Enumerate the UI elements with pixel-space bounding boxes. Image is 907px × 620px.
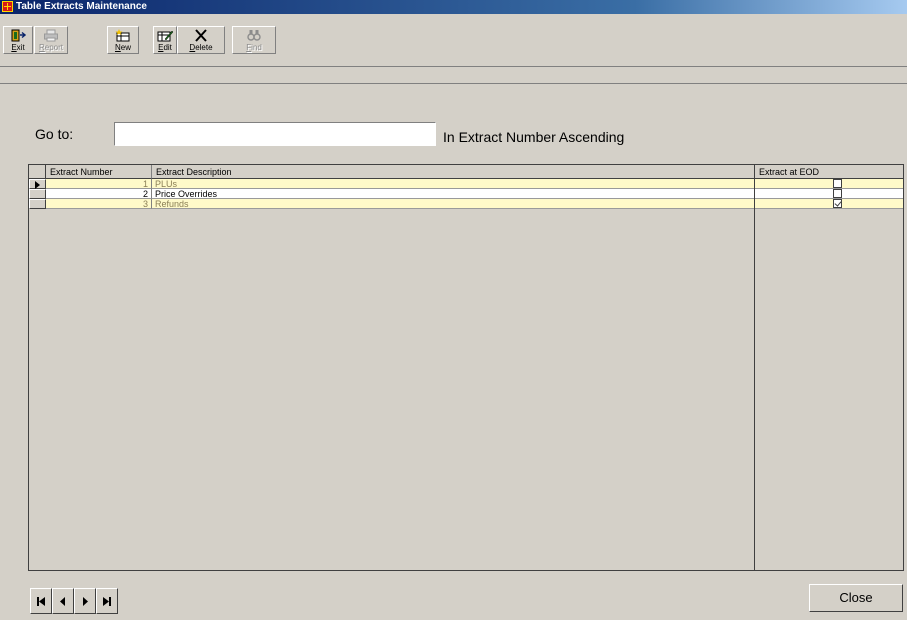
extract-description-cell[interactable]: Price Overrides — [152, 189, 754, 199]
edit-record-icon — [157, 30, 173, 42]
extract-description-cell[interactable]: PLUs — [152, 179, 754, 189]
new-record-icon — [115, 29, 130, 42]
binoculars-icon — [247, 30, 261, 41]
printer-icon — [44, 29, 58, 42]
previous-record-icon — [60, 597, 65, 606]
report-button[interactable]: Report — [34, 26, 68, 54]
toolbar-separator-strip — [0, 67, 907, 84]
first-record-button[interactable] — [30, 588, 52, 614]
extract-at-eod-cell — [755, 189, 903, 199]
table-row[interactable]: 3 Refunds — [29, 199, 903, 209]
close-button[interactable]: Close — [809, 584, 903, 612]
extract-at-eod-cell — [755, 179, 903, 189]
row-indicator[interactable] — [29, 189, 46, 199]
eod-column-divider — [754, 179, 755, 570]
row-indicator[interactable] — [29, 179, 46, 189]
extract-at-eod-checkbox[interactable] — [833, 179, 842, 188]
goto-input[interactable] — [114, 122, 436, 146]
window-title-bar[interactable]: Table Extracts Maintenance — [0, 0, 907, 14]
edit-button[interactable]: Edit — [153, 26, 177, 54]
column-header-extract-number[interactable]: Extract Number — [46, 165, 152, 179]
window-title: Table Extracts Maintenance — [16, 1, 147, 12]
delete-x-icon — [195, 29, 207, 42]
next-record-icon — [83, 597, 88, 606]
current-row-pointer-icon — [35, 181, 40, 189]
extract-description-cell[interactable]: Refunds — [152, 199, 754, 209]
table-row[interactable]: 2 Price Overrides — [29, 189, 903, 199]
extract-at-eod-checkbox[interactable] — [833, 189, 842, 198]
extract-number-cell[interactable]: 3 — [46, 199, 152, 209]
last-record-button[interactable] — [96, 588, 118, 614]
first-record-icon — [37, 597, 45, 606]
find-button[interactable]: Find — [232, 26, 276, 54]
app-icon — [2, 1, 13, 12]
extract-number-cell[interactable]: 2 — [46, 189, 152, 199]
column-header-extract-at-eod[interactable]: Extract at EOD — [754, 165, 903, 179]
exit-door-icon — [11, 29, 26, 42]
extract-at-eod-cell — [755, 199, 903, 209]
last-record-icon — [103, 597, 111, 606]
grid-header-indicator — [29, 165, 46, 179]
toolbar: Exit Report New Edit Delete Find — [0, 14, 907, 67]
column-header-extract-description[interactable]: Extract Description — [152, 165, 754, 179]
previous-record-button[interactable] — [52, 588, 74, 614]
new-button[interactable]: New — [107, 26, 139, 54]
sort-order-label: In Extract Number Ascending — [443, 129, 625, 145]
extracts-grid[interactable]: Extract Number Extract Description Extra… — [28, 164, 904, 571]
next-record-button[interactable] — [74, 588, 96, 614]
extract-at-eod-checkbox[interactable] — [833, 199, 842, 208]
table-row[interactable]: 1 PLUs — [29, 179, 903, 189]
delete-button[interactable]: Delete — [177, 26, 225, 54]
row-indicator[interactable] — [29, 199, 46, 209]
exit-button[interactable]: Exit — [3, 26, 33, 54]
goto-label: Go to: — [35, 126, 74, 142]
extract-number-cell[interactable]: 1 — [46, 179, 152, 189]
